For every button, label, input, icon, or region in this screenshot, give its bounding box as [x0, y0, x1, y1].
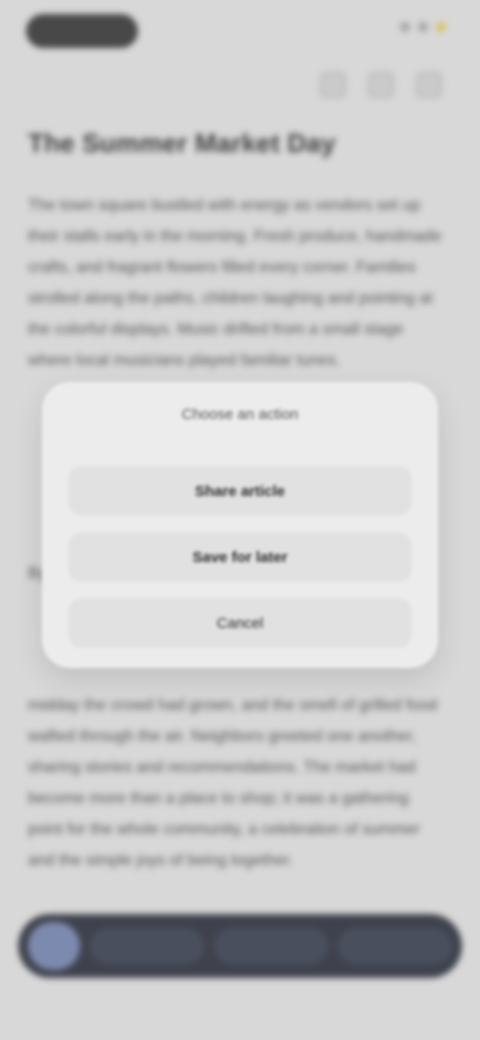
cancel-button[interactable]: Cancel	[68, 598, 412, 648]
save-for-later-button[interactable]: Save for later	[68, 532, 412, 582]
action-sheet-title: Choose an action	[181, 406, 299, 423]
screen: The Summer Market Day The town square bu…	[0, 0, 480, 1040]
share-article-button[interactable]: Share article	[68, 466, 412, 516]
action-sheet: Choose an action Share article Save for …	[42, 382, 438, 668]
